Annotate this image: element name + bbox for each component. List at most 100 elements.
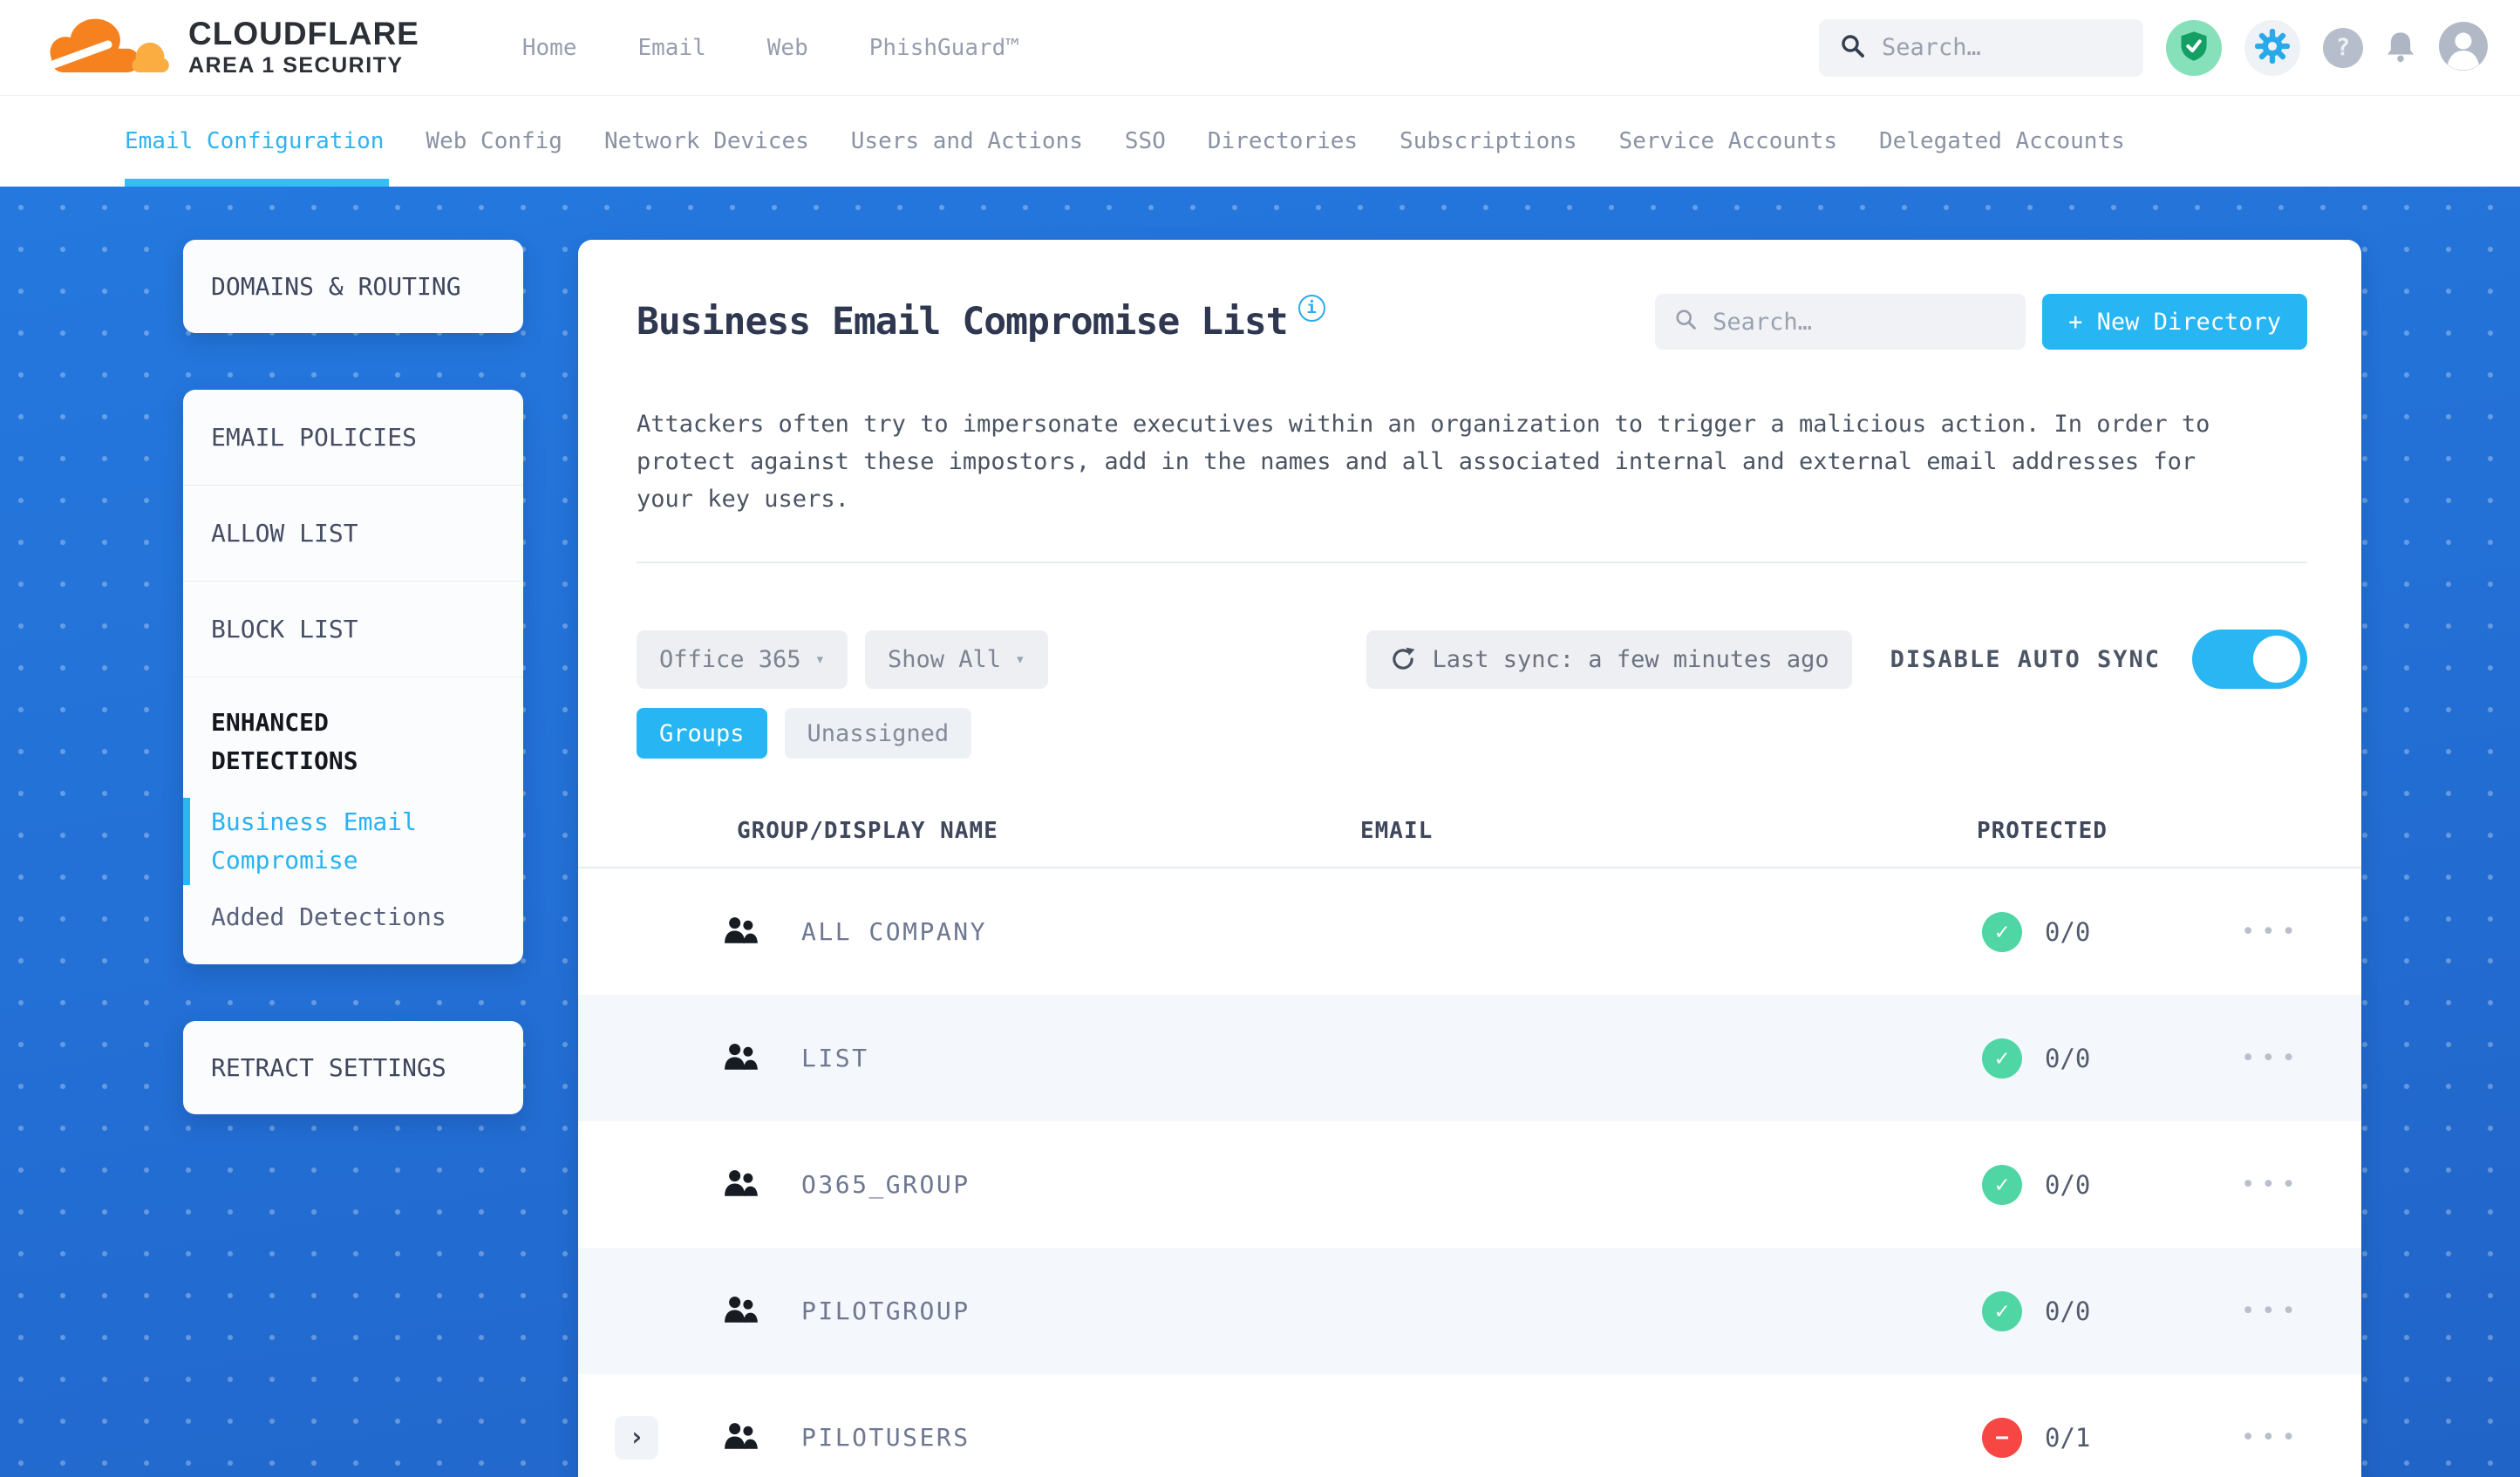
brand-name: CLOUDFLARE bbox=[188, 16, 419, 52]
shield-check-icon bbox=[2178, 30, 2210, 66]
tab-web-config[interactable]: Web Config bbox=[426, 96, 562, 187]
tab-sso[interactable]: SSO bbox=[1125, 96, 1166, 187]
group-icon bbox=[723, 1042, 759, 1075]
settings-sidebar: DOMAINS & ROUTING EMAIL POLICIES ALLOW L… bbox=[183, 240, 523, 1171]
tab-groups[interactable]: Groups bbox=[637, 708, 767, 759]
group-icon bbox=[723, 1168, 759, 1201]
tab-service-accounts[interactable]: Service Accounts bbox=[1619, 96, 1837, 187]
settings-button[interactable] bbox=[2244, 19, 2300, 76]
global-search[interactable] bbox=[1819, 18, 2143, 77]
list-search-input[interactable] bbox=[1713, 308, 2007, 336]
tab-email-configuration[interactable]: Email Configuration bbox=[125, 96, 390, 187]
help-button[interactable]: ? bbox=[2323, 27, 2363, 68]
toggle-knob bbox=[2253, 636, 2300, 683]
sidebar-item-allow-list[interactable]: ALLOW LIST bbox=[183, 486, 523, 582]
row-menu-button[interactable]: ••• bbox=[2241, 1424, 2302, 1451]
row-menu-button[interactable]: ••• bbox=[2241, 1297, 2302, 1324]
expand-row-button[interactable]: › bbox=[615, 1415, 658, 1460]
global-search-input[interactable] bbox=[1882, 34, 2122, 61]
info-icon[interactable]: i bbox=[1297, 294, 1325, 322]
page-title: Business Email Compromise List bbox=[637, 300, 1289, 344]
directory-filter-value: Office 365 bbox=[659, 645, 801, 673]
group-icon bbox=[723, 915, 759, 949]
search-icon bbox=[1674, 308, 1699, 336]
minus-icon: − bbox=[1982, 1417, 2022, 1458]
tab-subscriptions[interactable]: Subscriptions bbox=[1400, 96, 1577, 187]
top-bar: CLOUDFLARE AREA 1 SECURITY Home Email We… bbox=[0, 0, 2520, 96]
last-sync-text: Last sync: a few minutes ago bbox=[1432, 645, 1829, 673]
show-filter-dropdown[interactable]: Show All ▾ bbox=[865, 630, 1048, 689]
page-background: DOMAINS & ROUTING EMAIL POLICIES ALLOW L… bbox=[0, 187, 2520, 1477]
nav-web[interactable]: Web bbox=[767, 35, 808, 61]
row-menu-button[interactable]: ••• bbox=[2241, 918, 2302, 945]
row-menu-button[interactable]: ••• bbox=[2241, 1171, 2302, 1198]
nav-email[interactable]: Email bbox=[638, 35, 706, 61]
section-divider bbox=[637, 562, 2307, 563]
table-row: PILOTGROUP ✓ 0/0 ••• bbox=[578, 1248, 2361, 1374]
show-filter-value: Show All bbox=[888, 645, 1002, 673]
last-sync-status: Last sync: a few minutes ago bbox=[1366, 630, 1852, 689]
group-name: ALL COMPANY bbox=[801, 917, 987, 946]
nav-phishguard[interactable]: PhishGuard™ bbox=[869, 35, 1019, 61]
header-protected: PROTECTED bbox=[1977, 818, 2108, 844]
cloudflare-cloud-icon bbox=[35, 10, 176, 85]
sidebar-item-added-detections[interactable]: Added Detections bbox=[211, 902, 488, 931]
protected-count: 0/1 bbox=[2045, 1422, 2091, 1453]
sidebar-item-domains-routing[interactable]: DOMAINS & ROUTING bbox=[183, 240, 523, 333]
table-row: › PILOTUSERS − 0/1 ••• bbox=[578, 1374, 2361, 1477]
table-row: LIST ✓ 0/0 ••• bbox=[578, 995, 2361, 1121]
protected-count: 0/0 bbox=[2045, 916, 2091, 947]
page-description: Attackers often try to impersonate execu… bbox=[637, 411, 2210, 513]
group-name: O365_GROUP bbox=[801, 1170, 971, 1199]
directory-filter-dropdown[interactable]: Office 365 ▾ bbox=[637, 630, 848, 689]
group-icon bbox=[723, 1295, 759, 1328]
sidebar-item-block-list[interactable]: BLOCK LIST bbox=[183, 582, 523, 677]
check-icon: ✓ bbox=[1982, 1290, 2022, 1331]
check-icon: ✓ bbox=[1982, 911, 2022, 952]
sidebar-item-retract-settings[interactable]: RETRACT SETTINGS bbox=[183, 1021, 523, 1114]
notifications-button[interactable] bbox=[2386, 30, 2415, 66]
auto-sync-toggle[interactable] bbox=[2192, 630, 2307, 689]
search-icon bbox=[1840, 33, 1866, 63]
brand-subname: AREA 1 SECURITY bbox=[188, 53, 404, 78]
sidebar-item-business-email-compromise[interactable]: Business Email Compromise bbox=[183, 798, 488, 885]
tab-network-devices[interactable]: Network Devices bbox=[604, 96, 809, 187]
group-icon bbox=[723, 1421, 759, 1454]
refresh-icon[interactable] bbox=[1389, 645, 1417, 673]
section-nav: Email Configuration Web Config Network D… bbox=[0, 96, 2520, 187]
sidebar-item-email-policies[interactable]: EMAIL POLICIES bbox=[183, 390, 523, 486]
check-icon: ✓ bbox=[1982, 1038, 2022, 1079]
row-menu-button[interactable]: ••• bbox=[2241, 1045, 2302, 1072]
tab-directories[interactable]: Directories bbox=[1208, 96, 1358, 187]
sidebar-item-enhanced-detections[interactable]: ENHANCED DETECTIONS bbox=[211, 704, 488, 780]
chevron-right-icon: › bbox=[628, 1422, 645, 1453]
chevron-down-icon: ▾ bbox=[1015, 650, 1025, 669]
table-row: ALL COMPANY ✓ 0/0 ••• bbox=[578, 868, 2361, 995]
protected-count: 0/0 bbox=[2045, 1296, 2091, 1326]
tab-delegated-accounts[interactable]: Delegated Accounts bbox=[1879, 96, 2125, 187]
auto-sync-label: DISABLE AUTO SYNC bbox=[1890, 645, 2161, 673]
primary-nav: Home Email Web PhishGuard™ bbox=[522, 35, 1019, 61]
header-email: EMAIL bbox=[1360, 818, 1434, 844]
nav-home[interactable]: Home bbox=[522, 35, 577, 61]
tab-unassigned[interactable]: Unassigned bbox=[784, 708, 972, 759]
table-row: O365_GROUP ✓ 0/0 ••• bbox=[578, 1121, 2361, 1248]
check-icon: ✓ bbox=[1982, 1164, 2022, 1205]
account-button[interactable] bbox=[2438, 21, 2489, 75]
gear-icon bbox=[2254, 28, 2291, 68]
group-name: PILOTUSERS bbox=[801, 1423, 971, 1452]
group-name: LIST bbox=[801, 1044, 869, 1072]
bell-icon bbox=[2386, 30, 2415, 66]
content-card: Business Email Compromise List i + New D… bbox=[578, 240, 2361, 1477]
list-search[interactable] bbox=[1655, 294, 2026, 350]
protected-count: 0/0 bbox=[2045, 1169, 2091, 1200]
question-icon: ? bbox=[2335, 34, 2351, 61]
chevron-down-icon: ▾ bbox=[814, 650, 826, 669]
group-name: PILOTGROUP bbox=[801, 1297, 971, 1325]
groups-table: GROUP/DISPLAY NAME EMAIL PROTECTED ALL C… bbox=[578, 759, 2361, 1477]
tab-users-and-actions[interactable]: Users and Actions bbox=[851, 96, 1083, 187]
cloudflare-logo[interactable]: CLOUDFLARE AREA 1 SECURITY bbox=[35, 10, 419, 85]
security-status-button[interactable] bbox=[2166, 19, 2222, 76]
new-directory-button[interactable]: + New Directory bbox=[2042, 294, 2307, 350]
table-header: GROUP/DISPLAY NAME EMAIL PROTECTED bbox=[578, 759, 2361, 868]
